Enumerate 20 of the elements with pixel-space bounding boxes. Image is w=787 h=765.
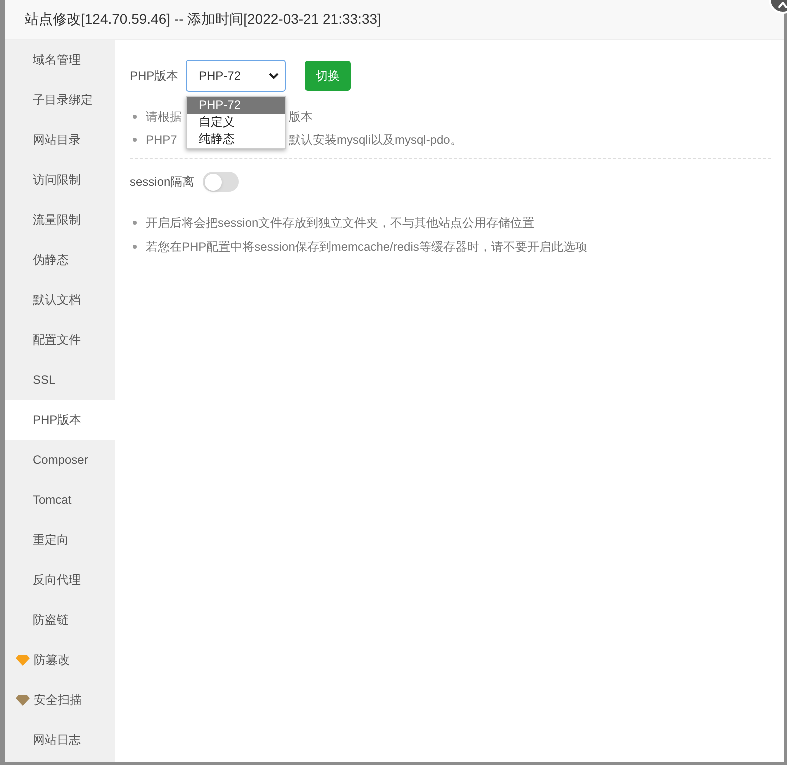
hint-text: 版本 [289,108,313,126]
hint-text: 默认安装mysqli以及mysql-pdo。 [289,132,462,148]
php-version-label: PHP版本 [130,68,180,85]
hint-text: PHP7 [146,132,178,146]
hint-text: 若您在PHP配置中将session保存到memcache/redis等缓存器时，请不要开启此选项 [146,238,588,256]
sidebar-item[interactable]: PHP版本 [5,400,115,440]
hint-text: 请根据 [146,110,182,124]
dropdown-option[interactable]: 自定义 [187,114,285,131]
bullet-icon [133,114,137,118]
version-select[interactable]: PHP-72 [186,60,286,92]
dropdown-option[interactable]: PHP-72 [187,97,285,114]
chevron-down-icon [269,72,279,80]
dropdown-option[interactable]: 纯静态 [187,131,285,148]
bullet-icon [133,220,137,224]
dialog-title: 站点修改[124.70.59.46] -- 添加时间[2022-03-21 21:33:33] [25,10,382,29]
session-label: session隔离 [130,174,195,191]
toggle-switch[interactable] [202,172,239,192]
bullet-icon [133,138,137,142]
hint-text: 开启后将会把session文件存放到独立文件夹，不与其他站点公用存储位置 [146,214,535,232]
bullet-icon [133,244,137,248]
